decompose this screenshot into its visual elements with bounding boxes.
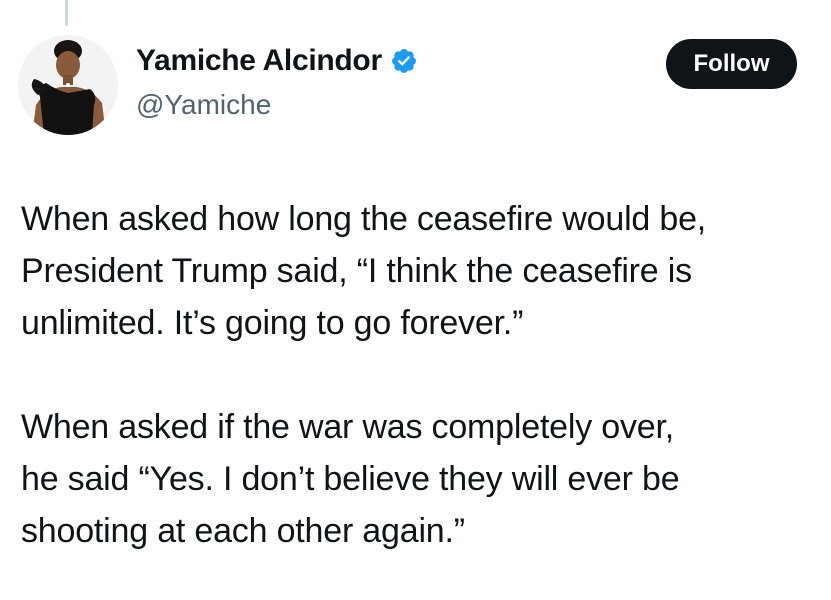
author-display-name[interactable]: Yamiche Alcindor	[136, 44, 382, 78]
verified-badge-icon	[390, 47, 418, 75]
author-handle[interactable]: @Yamiche	[136, 89, 271, 121]
tweet-line: President Trump said, “I think the cease…	[21, 252, 692, 290]
tweet-line: When asked if the war was completely ove…	[21, 408, 675, 446]
tweet-line: When asked how long the ceasefire would …	[21, 200, 707, 238]
avatar[interactable]	[18, 35, 118, 135]
thread-connector-line	[65, 0, 68, 26]
author-name-row: Yamiche Alcindor	[136, 44, 418, 78]
tweet-paragraph-2: When asked if the war was completely ove…	[21, 401, 821, 557]
tweet-text: When asked how long the ceasefire would …	[21, 193, 821, 557]
tweet-paragraph-1: When asked how long the ceasefire would …	[21, 193, 821, 349]
tweet-line: he said “Yes. I don’t believe they will …	[21, 460, 680, 498]
tweet-line: unlimited. It’s going to go forever.”	[21, 304, 524, 342]
follow-button[interactable]: Follow	[666, 39, 797, 89]
avatar-image	[18, 35, 118, 135]
tweet-line: shooting at each other again.”	[21, 512, 465, 550]
